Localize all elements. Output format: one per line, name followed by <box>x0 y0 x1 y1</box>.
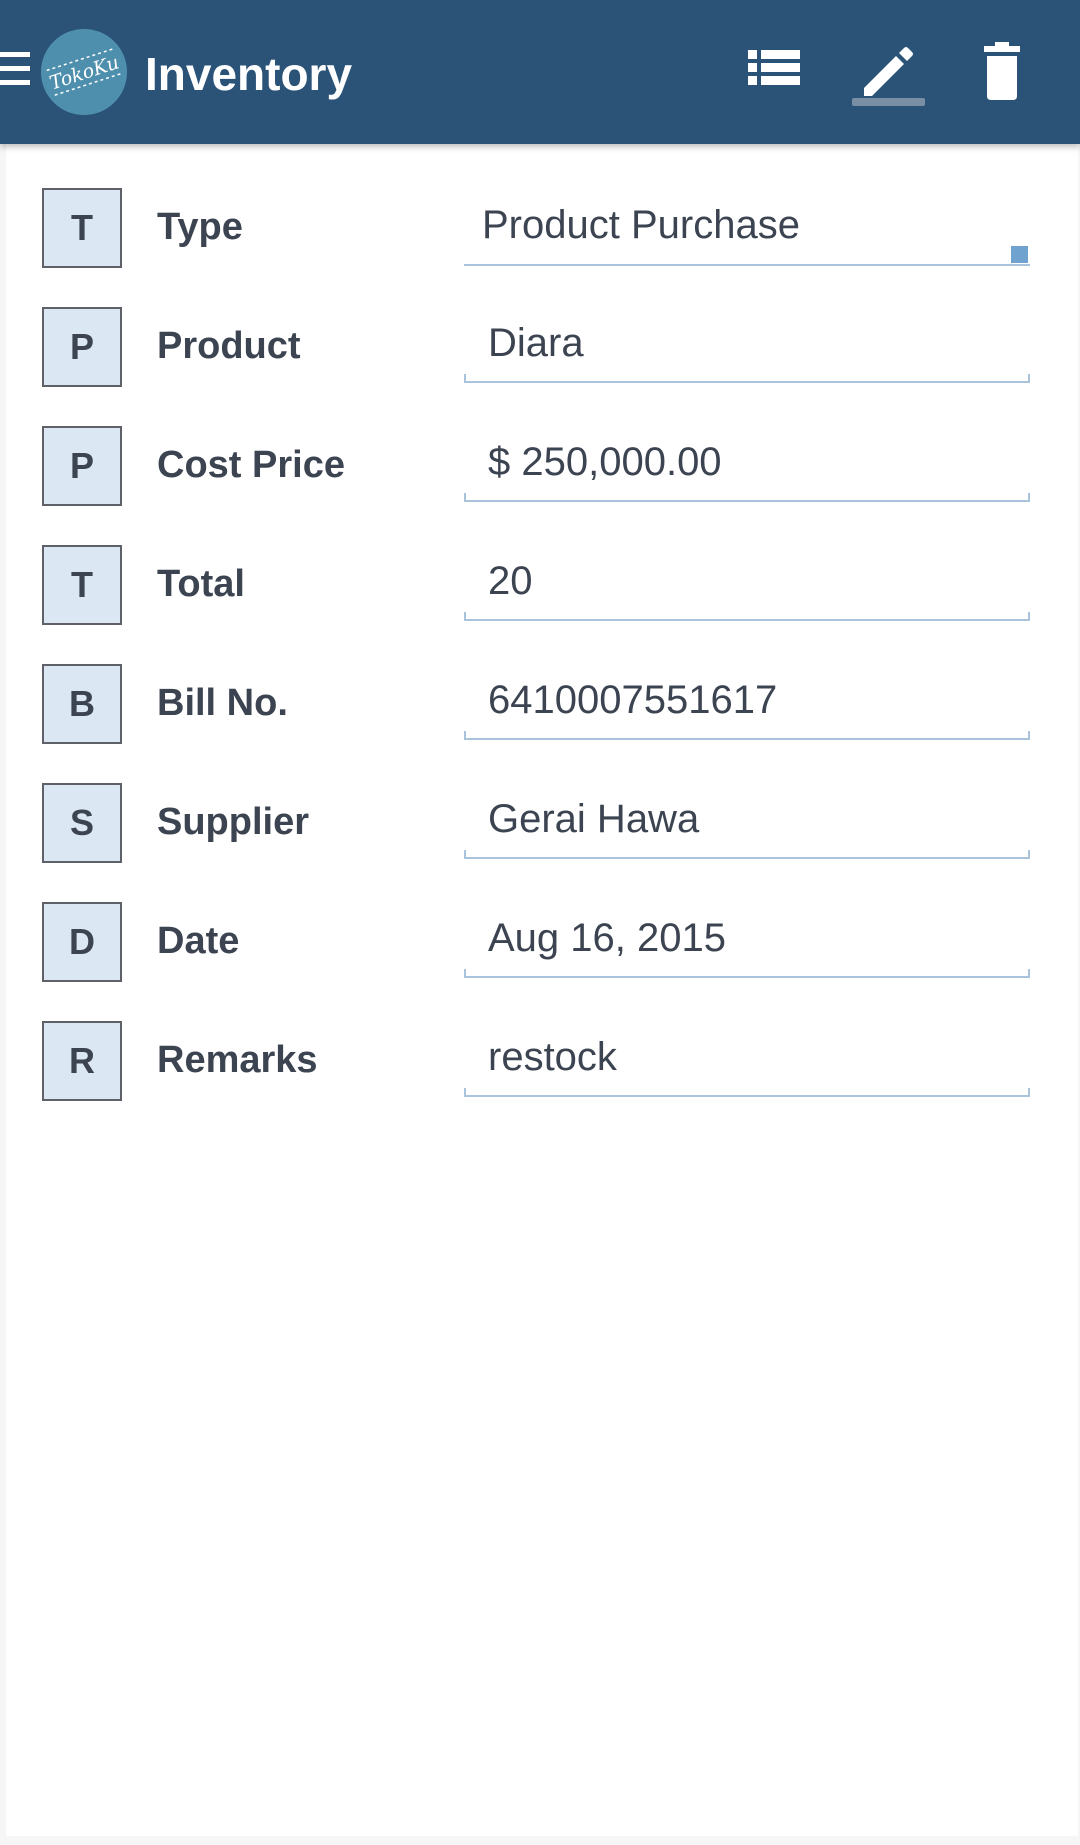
bottom-edge <box>0 1836 1080 1845</box>
field-label: Product <box>157 325 301 367</box>
list-icon <box>748 50 800 85</box>
cost-price-input[interactable]: $ 250,000.00 <box>488 438 722 486</box>
field-remarks: R Remarks restock <box>6 977 1078 1101</box>
field-type: T Type Product Purchase <box>6 144 1078 268</box>
total-input[interactable]: 20 <box>488 557 533 605</box>
field-badge: P <box>42 307 122 387</box>
type-dropdown[interactable]: Product Purchase <box>482 201 800 249</box>
record-detail-form: T Type Product Purchase P Product Diara … <box>6 144 1078 1836</box>
edit-active-indicator <box>852 98 925 106</box>
page-title: Inventory <box>145 48 353 100</box>
product-input[interactable]: Diara <box>488 319 584 367</box>
field-label: Date <box>157 920 240 962</box>
delete-button[interactable] <box>970 36 1042 108</box>
field-date: D Date Aug 16, 2015 <box>6 858 1078 982</box>
supplier-input[interactable]: Gerai Hawa <box>488 795 699 843</box>
field-badge: S <box>42 783 122 863</box>
menu-icon[interactable] <box>0 52 32 96</box>
field-badge: R <box>42 1021 122 1101</box>
field-badge: T <box>42 188 122 268</box>
field-label: Type <box>157 206 243 248</box>
input-underline <box>464 1088 1030 1097</box>
field-supplier: S Supplier Gerai Hawa <box>6 739 1078 863</box>
field-total: T Total 20 <box>6 501 1078 625</box>
field-badge: B <box>42 664 122 744</box>
app-bar: TokoKu Inventory <box>0 0 1080 144</box>
list-view-button[interactable] <box>738 36 810 108</box>
app-logo: TokoKu <box>41 29 127 115</box>
field-badge: T <box>42 545 122 625</box>
field-label: Cost Price <box>157 444 345 486</box>
field-badge: D <box>42 902 122 982</box>
field-bill-no: B Bill No. 6410007551617 <box>6 620 1078 744</box>
field-cost-price: P Cost Price $ 250,000.00 <box>6 382 1078 506</box>
trash-icon <box>984 42 1020 100</box>
bill-no-input[interactable]: 6410007551617 <box>488 676 777 724</box>
field-label: Total <box>157 563 245 605</box>
field-label: Bill No. <box>157 682 288 724</box>
remarks-input[interactable]: restock <box>488 1033 617 1081</box>
field-label: Supplier <box>157 801 310 843</box>
field-badge: P <box>42 426 122 506</box>
dropdown-indicator-icon[interactable] <box>1011 246 1028 263</box>
logo-icon: TokoKu <box>41 29 127 115</box>
field-label: Remarks <box>157 1039 318 1081</box>
field-product: P Product Diara <box>6 263 1078 387</box>
date-input[interactable]: Aug 16, 2015 <box>488 914 726 962</box>
